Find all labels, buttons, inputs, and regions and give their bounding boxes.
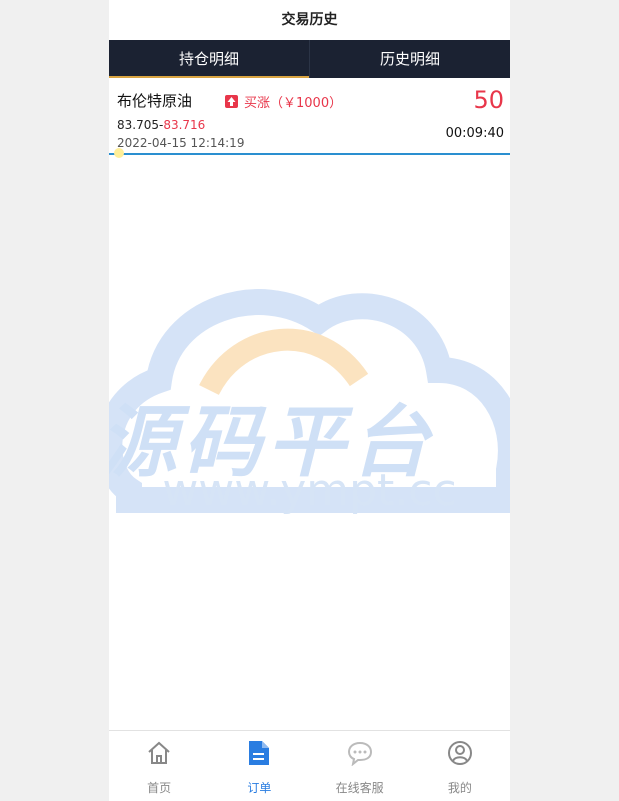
order-timer: 00:09:40 (445, 126, 504, 141)
order-item[interactable]: 布伦特原油 买涨（￥1000） 50 83.705-83.716 00:09:4… (109, 78, 510, 158)
tab-history[interactable]: 历史明细 (309, 40, 510, 78)
bottom-navigation: 首页 订单 在线客服 我的 (109, 730, 510, 801)
watermark-url: www.ympt.cc (162, 465, 457, 516)
nav-service-label: 在线客服 (335, 781, 384, 795)
app-screen: 交易历史 持仓明细 历史明细 布伦特原油 买涨（￥1000） 50 83.705… (109, 0, 510, 801)
nav-service[interactable]: 在线客服 (310, 731, 410, 801)
nav-home[interactable]: 首页 (109, 731, 209, 801)
close-price: 83.716 (163, 118, 206, 132)
order-date: 2022-04-15 12:14:19 (117, 136, 245, 150)
tab-bar: 持仓明细 历史明细 (109, 40, 510, 78)
nav-me-label: 我的 (447, 781, 472, 795)
home-icon (146, 740, 172, 770)
order-amount: 50 (473, 86, 504, 114)
nav-orders-label: 订单 (247, 781, 272, 795)
tab-positions[interactable]: 持仓明细 (109, 40, 309, 78)
order-product-name: 布伦特原油 (117, 92, 193, 110)
nav-home-label: 首页 (147, 781, 172, 795)
document-icon (247, 739, 271, 771)
arrow-up-icon (225, 95, 238, 108)
user-icon (447, 740, 473, 770)
order-direction-label: 买涨（￥1000） (244, 96, 343, 111)
open-price: 83.705- (117, 118, 164, 132)
order-direction: 买涨（￥1000） (225, 92, 342, 111)
nav-me[interactable]: 我的 (410, 731, 510, 801)
highlight-dot (114, 148, 124, 158)
chat-icon (347, 740, 373, 770)
nav-orders[interactable]: 订单 (209, 731, 309, 801)
page-title: 交易历史 (281, 12, 338, 28)
order-prices: 83.705-83.716 (117, 118, 205, 132)
